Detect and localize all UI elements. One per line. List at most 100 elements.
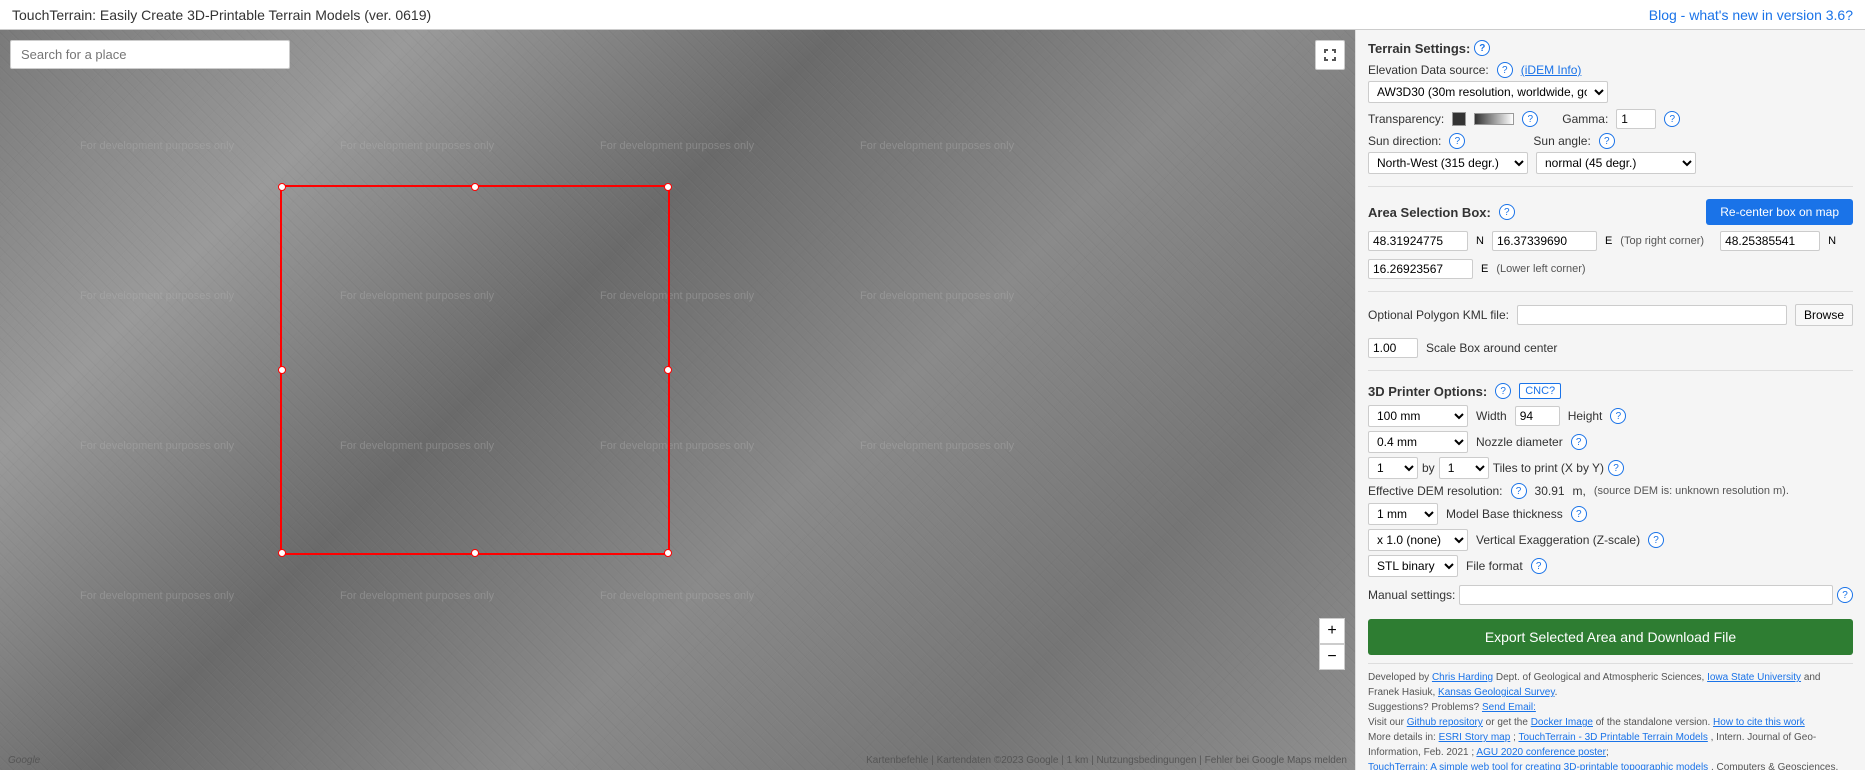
zoom-out-button[interactable]: −: [1319, 644, 1345, 670]
tiles-row: 1 by 1 Tiles to print (X by Y) ?: [1368, 457, 1853, 479]
cnc-button[interactable]: CNC?: [1519, 383, 1561, 399]
sun-angle-help[interactable]: ?: [1599, 133, 1615, 149]
agu-poster-link[interactable]: AGU 2020 conference poster: [1476, 747, 1606, 758]
selection-box[interactable]: [280, 185, 670, 555]
map-watermark: For development purposes only: [80, 590, 234, 602]
printer-options-label: 3D Printer Options:: [1368, 384, 1487, 399]
height-help[interactable]: ?: [1610, 408, 1626, 424]
kml-row: Optional Polygon KML file: Browse: [1368, 304, 1853, 326]
file-format-help[interactable]: ?: [1531, 558, 1547, 574]
handle-bottom-left[interactable]: [278, 549, 286, 557]
manual-settings-label: Manual settings:: [1368, 588, 1455, 602]
dem-resolution-help[interactable]: ?: [1511, 483, 1527, 499]
cite-link[interactable]: How to cite this work: [1713, 717, 1805, 728]
gamma-input[interactable]: [1616, 109, 1656, 129]
scale-input[interactable]: [1368, 338, 1418, 358]
tiles-x-select[interactable]: 1: [1368, 457, 1418, 479]
footer-line3: Visit our Github repository or get the D…: [1368, 715, 1853, 730]
base-thickness-row: 1 mm Model Base thickness ?: [1368, 503, 1853, 525]
z-scale-help[interactable]: ?: [1648, 532, 1664, 548]
bottom-left-n-input[interactable]: [1720, 231, 1820, 251]
handle-bottom-center[interactable]: [471, 549, 479, 557]
elevation-select[interactable]: AW3D30 (30m resolution, worldwide, good …: [1368, 81, 1608, 103]
map-watermark: For development purposes only: [860, 140, 1014, 152]
height-input[interactable]: [1515, 406, 1560, 426]
idem-info-link[interactable]: (iDEM Info): [1521, 63, 1582, 77]
sun-direction-help[interactable]: ?: [1449, 133, 1465, 149]
file-format-select[interactable]: STL binary: [1368, 555, 1458, 577]
map-watermark: For development purposes only: [860, 440, 1014, 452]
nozzle-help[interactable]: ?: [1571, 434, 1587, 450]
elevation-help[interactable]: ?: [1497, 62, 1513, 78]
tiles-y-select[interactable]: 1: [1439, 457, 1489, 479]
sun-row: Sun direction: ? Sun angle: ?: [1368, 133, 1853, 149]
map-background: For development purposes only For develo…: [0, 30, 1355, 770]
terrain-settings-help[interactable]: ?: [1474, 40, 1490, 56]
manual-settings-row: Manual settings: ?: [1368, 585, 1853, 605]
touchterrain-geosciences-link[interactable]: TouchTerrain: A simple web tool for crea…: [1368, 762, 1708, 770]
zoom-in-button[interactable]: +: [1319, 618, 1345, 644]
handle-middle-left[interactable]: [278, 366, 286, 374]
transparency-help[interactable]: ?: [1522, 111, 1538, 127]
bottom-left-corner-label: (Lower left corner): [1496, 263, 1585, 275]
handle-bottom-right[interactable]: [664, 549, 672, 557]
nozzle-label: Nozzle diameter: [1476, 435, 1563, 449]
nozzle-select[interactable]: 0.4 mm: [1368, 431, 1468, 453]
manual-settings-help[interactable]: ?: [1837, 587, 1853, 603]
esri-story-link[interactable]: ESRI Story map: [1439, 732, 1511, 743]
base-thickness-select[interactable]: 1 mm: [1368, 503, 1438, 525]
manual-settings-input[interactable]: [1459, 585, 1833, 605]
z-scale-row: x 1.0 (none) Vertical Exaggeration (Z-sc…: [1368, 529, 1853, 551]
divider-1: [1368, 186, 1853, 187]
tiles-help[interactable]: ?: [1608, 460, 1624, 476]
export-button[interactable]: Export Selected Area and Download File: [1368, 619, 1853, 655]
dem-resolution-row: Effective DEM resolution: ? 30.91 m, (so…: [1368, 483, 1853, 499]
width-select[interactable]: 100 mm: [1368, 405, 1468, 427]
top-right-e-input[interactable]: [1492, 231, 1597, 251]
re-center-button[interactable]: Re-center box on map: [1706, 199, 1853, 225]
google-logo: Google: [8, 755, 40, 766]
handle-middle-right[interactable]: [664, 366, 672, 374]
sun-selects-row: North-West (315 degr.) normal (45 degr.): [1368, 152, 1853, 174]
e-label-2: E: [1481, 263, 1488, 275]
map-attribution: Kartenbefehle | Kartendaten ©2023 Google…: [866, 755, 1347, 766]
browse-button[interactable]: Browse: [1795, 304, 1853, 326]
search-input[interactable]: [10, 40, 290, 69]
kml-input[interactable]: [1517, 305, 1787, 325]
dem-resolution-unit: m,: [1573, 484, 1586, 498]
sun-angle-select[interactable]: normal (45 degr.): [1536, 152, 1696, 174]
printer-options-help[interactable]: ?: [1495, 383, 1511, 399]
gamma-help[interactable]: ?: [1664, 111, 1680, 127]
sun-angle-label: Sun angle:: [1533, 134, 1590, 148]
footer-info: Developed by Chris Harding Dept. of Geol…: [1368, 663, 1853, 770]
coords-row: N E (Top right corner) N E (Lower left c…: [1368, 231, 1853, 279]
area-selection-help[interactable]: ?: [1499, 204, 1515, 220]
n-label-1: N: [1476, 235, 1484, 247]
handle-top-center[interactable]: [471, 183, 479, 191]
handle-top-left[interactable]: [278, 183, 286, 191]
iowa-state-link[interactable]: Iowa State University: [1707, 672, 1801, 683]
github-link[interactable]: Github repository: [1407, 717, 1483, 728]
kansas-geo-link[interactable]: Kansas Geological Survey: [1438, 687, 1555, 698]
height-label: Height: [1568, 409, 1603, 423]
area-title-row: Area Selection Box: ?: [1368, 204, 1515, 220]
blog-link[interactable]: Blog - what's new in version 3.6?: [1649, 7, 1853, 23]
z-scale-select[interactable]: x 1.0 (none): [1368, 529, 1468, 551]
sun-direction-select[interactable]: North-West (315 degr.): [1368, 152, 1528, 174]
base-thickness-label: Model Base thickness: [1446, 507, 1563, 521]
base-thickness-help[interactable]: ?: [1571, 506, 1587, 522]
tiles-by-label: by: [1422, 461, 1435, 475]
map-watermark: For development purposes only: [80, 440, 234, 452]
touchterrain-journal-link[interactable]: TouchTerrain - 3D Printable Terrain Mode…: [1518, 732, 1707, 743]
top-right-n-input[interactable]: [1368, 231, 1468, 251]
right-panel: Terrain Settings: ? Elevation Data sourc…: [1355, 30, 1865, 770]
chris-harding-link[interactable]: Chris Harding: [1432, 672, 1493, 683]
send-email-link[interactable]: Send Email:: [1482, 702, 1536, 713]
terrain-settings-section: Terrain Settings: ? Elevation Data sourc…: [1368, 40, 1853, 174]
footer-line5: TouchTerrain: A simple web tool for crea…: [1368, 760, 1853, 770]
transparency-gamma-row: Transparency: ? Gamma: ?: [1368, 109, 1853, 129]
handle-top-right[interactable]: [664, 183, 672, 191]
fullscreen-button[interactable]: [1315, 40, 1345, 70]
bottom-left-e-input[interactable]: [1368, 259, 1473, 279]
docker-link[interactable]: Docker Image: [1531, 717, 1593, 728]
